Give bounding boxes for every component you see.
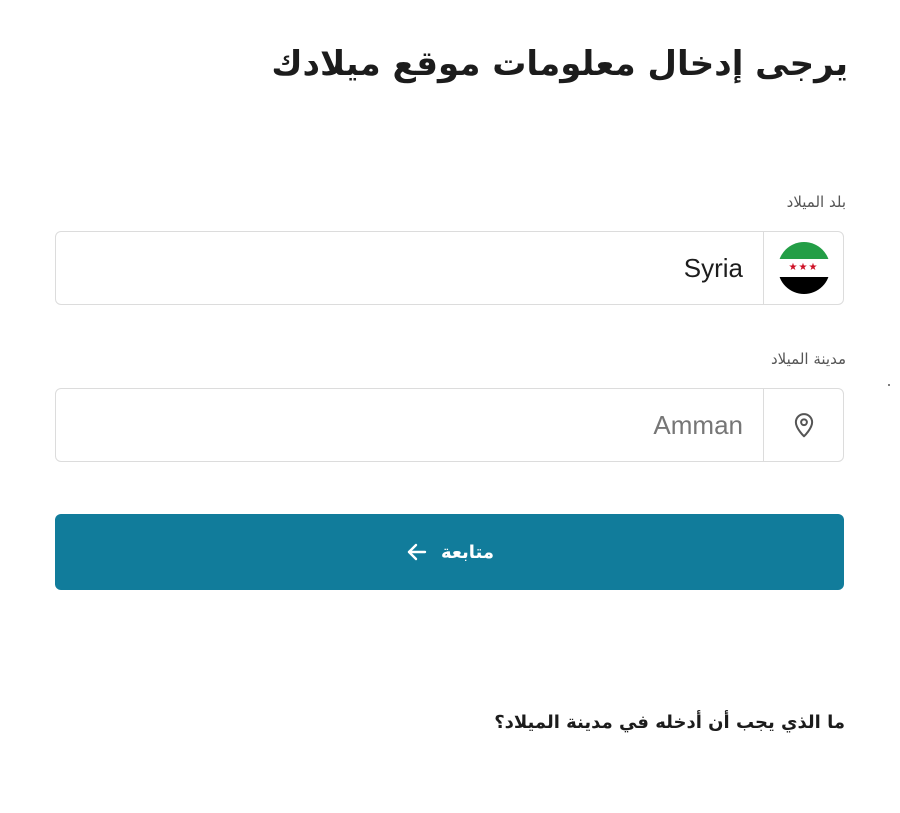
birth-city-label: مدينة الميلاد bbox=[771, 350, 846, 368]
flag-black-band bbox=[777, 276, 830, 294]
syria-flag-icon: ★★★ bbox=[777, 242, 830, 294]
city-pin-addon bbox=[763, 389, 843, 461]
continue-button-label: متابعة bbox=[440, 541, 495, 563]
map-pin-icon bbox=[794, 413, 813, 438]
birth-country-select[interactable]: ★★★ Syria bbox=[55, 231, 844, 305]
birth-city-help-link[interactable]: ما الذي يجب أن أدخله في مدينة الميلاد؟ bbox=[494, 712, 845, 733]
page-title: يرجى إدخال معلومات موقع ميلادك bbox=[271, 44, 848, 84]
country-flag-addon: ★★★ bbox=[763, 232, 843, 304]
arrow-left-icon bbox=[407, 543, 427, 561]
stray-dot bbox=[888, 384, 890, 386]
birth-location-form: يرجى إدخال معلومات موقع ميلادك بلد الميل… bbox=[0, 0, 900, 813]
flag-stars: ★★★ bbox=[777, 259, 830, 277]
birth-country-value: Syria bbox=[683, 252, 743, 283]
birth-city-field bbox=[55, 388, 844, 462]
continue-button[interactable]: متابعة bbox=[55, 514, 844, 590]
birth-city-input[interactable] bbox=[56, 389, 763, 461]
flag-green-band bbox=[777, 242, 830, 260]
birth-country-label: بلد الميلاد bbox=[786, 193, 846, 211]
